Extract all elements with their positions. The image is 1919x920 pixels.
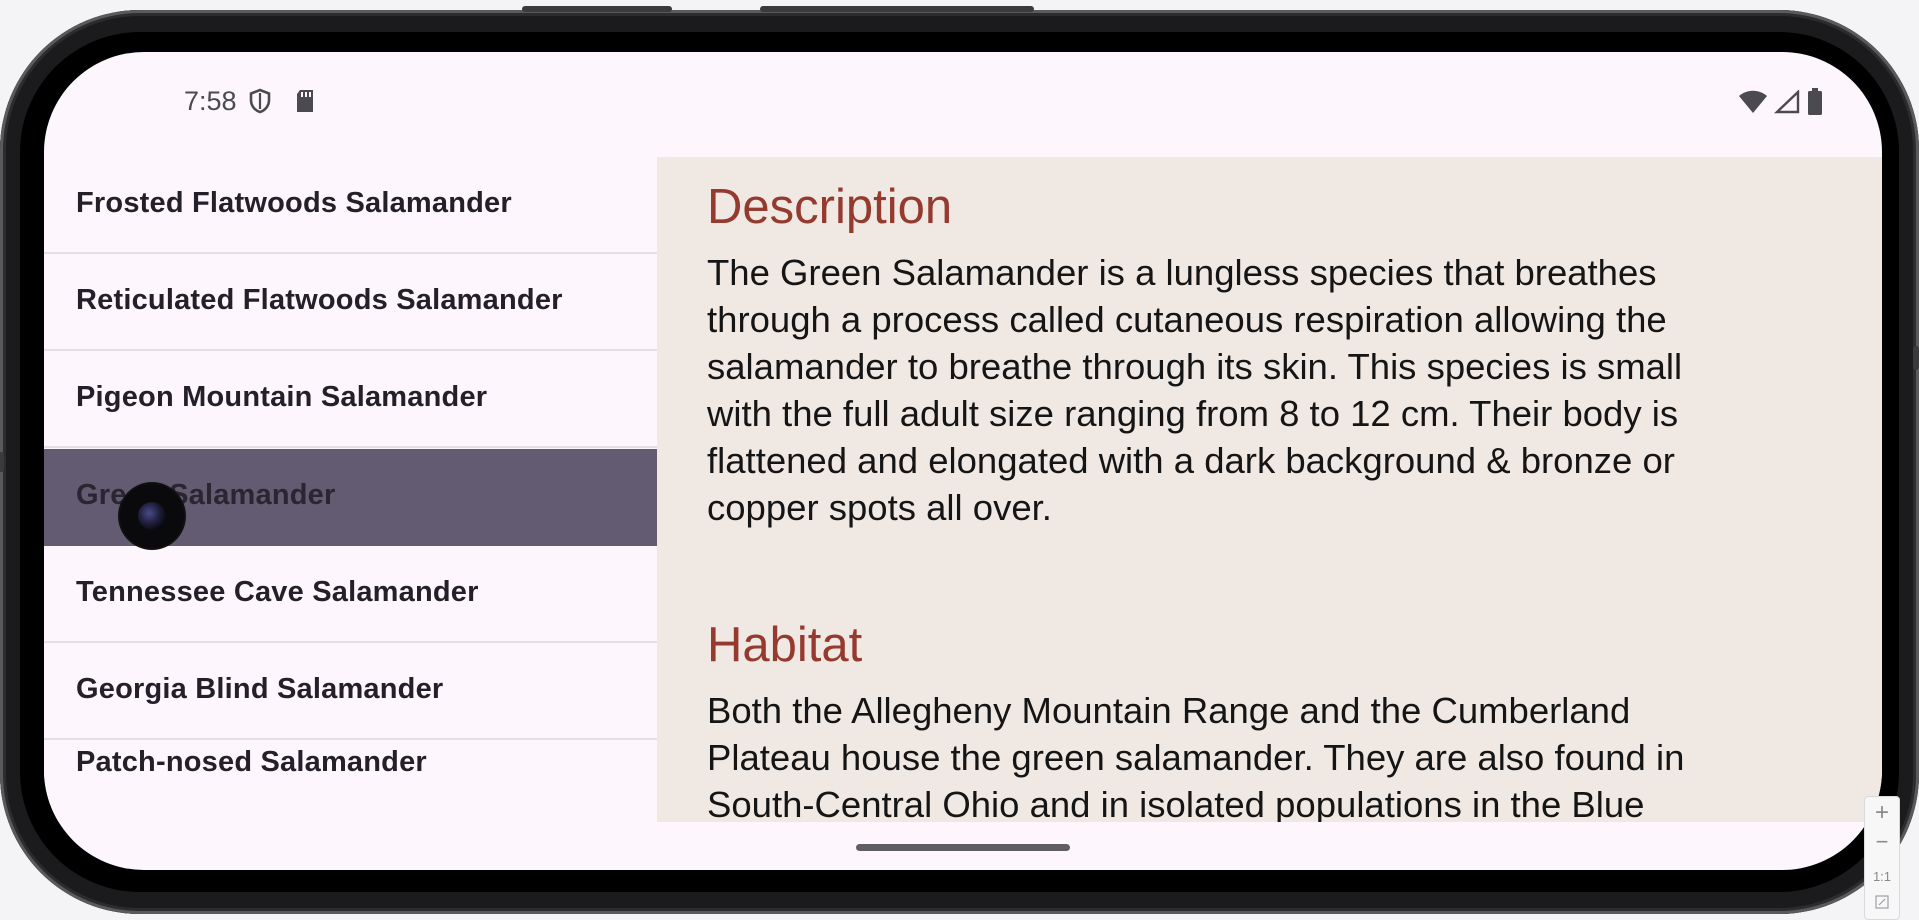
- list-item-label: Georgia Blind Salamander: [76, 673, 444, 705]
- zoom-in-button[interactable]: +: [1865, 799, 1899, 827]
- front-camera: [120, 484, 184, 548]
- description-heading: Description: [707, 180, 953, 234]
- list-item-label: Reticulated Flatwoods Salamander: [76, 284, 563, 316]
- description-line: salamander to breathe through its skin. …: [707, 346, 1683, 387]
- description-line: copper spots all over.: [707, 487, 1052, 528]
- list-item[interactable]: Tennessee Cave Salamander: [44, 546, 657, 643]
- list-item[interactable]: Pigeon Mountain Salamander: [44, 351, 657, 448]
- list-item-label: Green Salamander: [76, 479, 336, 511]
- wifi-icon: [1738, 90, 1768, 119]
- list-item[interactable]: Patch-nosed Salamander: [44, 740, 657, 822]
- signal-icon: [1774, 89, 1800, 119]
- zoom-out-button[interactable]: −: [1865, 829, 1899, 855]
- habitat-line: Both the Allegheny Mountain Range and th…: [707, 690, 1631, 731]
- habitat-heading: Habitat: [707, 618, 863, 672]
- top-button-right: [760, 6, 1034, 12]
- description-line: flattened and elongated with a dark back…: [707, 440, 1675, 481]
- status-time: 7:58: [184, 86, 237, 116]
- habitat-line: Plateau house the green salamander. They…: [707, 737, 1685, 778]
- top-button-left: [522, 6, 672, 12]
- habitat-text: Both the Allegheny Mountain Range and th…: [707, 687, 1837, 822]
- list-item-label: Patch-nosed Salamander: [76, 746, 427, 778]
- description-line: with the full adult size ranging from 8 …: [707, 393, 1679, 434]
- list-item-label: Frosted Flatwoods Salamander: [76, 187, 512, 219]
- zoom-reset-button[interactable]: 1:1: [1865, 869, 1899, 884]
- status-bar: 7:58: [44, 52, 1882, 157]
- camera-lens: [138, 502, 166, 530]
- description-line: The Green Salamander is a lungless speci…: [707, 252, 1657, 293]
- device-screen: 7:58 Frosted Flatwoods Salamander Reticu…: [44, 52, 1882, 870]
- shield-icon: [248, 88, 272, 119]
- habitat-line: South-Central Ohio and in isolated popul…: [707, 784, 1645, 822]
- description-text: The Green Salamander is a lungless speci…: [707, 249, 1837, 531]
- list-item-label: Pigeon Mountain Salamander: [76, 381, 488, 413]
- list-item[interactable]: Georgia Blind Salamander: [44, 643, 657, 740]
- description-line: through a process called cutaneous respi…: [707, 299, 1667, 340]
- emulator-zoom-controls: + − 1:1: [1864, 796, 1900, 920]
- gesture-handle[interactable]: [856, 844, 1070, 851]
- fit-screen-icon[interactable]: [1865, 895, 1899, 914]
- list-item[interactable]: Reticulated Flatwoods Salamander: [44, 254, 657, 351]
- list-item-label: Tennessee Cave Salamander: [76, 576, 479, 608]
- right-side-button: [1913, 346, 1919, 370]
- left-side-button: [0, 452, 4, 472]
- detail-pane[interactable]: Description The Green Salamander is a lu…: [657, 157, 1882, 822]
- battery-icon: [1807, 88, 1823, 121]
- list-item[interactable]: Frosted Flatwoods Salamander: [44, 157, 657, 254]
- sd-card-icon: [294, 88, 316, 119]
